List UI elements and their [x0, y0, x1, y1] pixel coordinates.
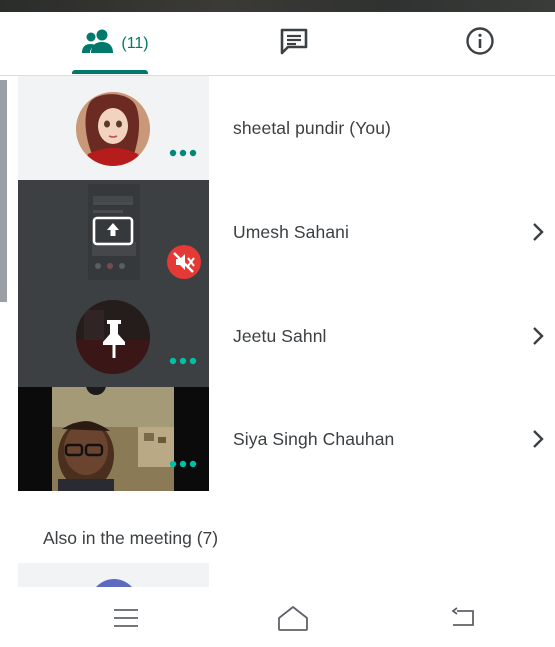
- tab-bar: (11): [0, 12, 555, 76]
- participant-row[interactable]: Umesh Sahani: [18, 180, 555, 284]
- back-icon[interactable]: [443, 600, 483, 636]
- participant-tile[interactable]: [18, 563, 209, 587]
- chevron-right-icon[interactable]: [530, 324, 546, 348]
- more-dots-icon[interactable]: [168, 459, 198, 469]
- participant-name: sheetal pundir (You): [233, 117, 391, 138]
- menu-icon[interactable]: [106, 600, 146, 636]
- video-feed: [52, 387, 174, 491]
- status-strip: [0, 0, 555, 12]
- participant-row[interactable]: sheetal pundir (You): [18, 76, 555, 180]
- tab-people[interactable]: (11): [60, 12, 170, 75]
- tab-info[interactable]: [430, 12, 530, 75]
- system-nav-bar: [0, 590, 555, 647]
- active-tab-indicator: [72, 70, 148, 74]
- more-dots-icon[interactable]: [168, 148, 198, 158]
- participant-row[interactable]: Siya Singh Chauhan: [18, 387, 555, 491]
- participant-name: Jeetu Sahnl: [233, 325, 327, 346]
- avatar: [96, 579, 132, 587]
- chevron-right-icon[interactable]: [530, 427, 546, 451]
- info-icon: [465, 26, 495, 61]
- participant-name: Siya Singh Chauhan: [233, 428, 395, 449]
- participant-row[interactable]: Jeetu Sahnl: [18, 284, 555, 388]
- participant-tile: [18, 284, 209, 388]
- chevron-right-icon[interactable]: [530, 220, 546, 244]
- muted-icon: [166, 244, 202, 280]
- background-edge: [0, 80, 7, 302]
- avatar: [76, 92, 150, 166]
- chat-icon: [279, 27, 309, 60]
- tab-chat[interactable]: [244, 12, 344, 75]
- participant-tile: [18, 180, 209, 284]
- participant-tile: [18, 76, 209, 180]
- participant-name: Umesh Sahani: [233, 221, 349, 242]
- section-heading: Also in the meeting (7): [43, 528, 219, 548]
- more-dots-icon[interactable]: [168, 356, 198, 366]
- pin-icon: [99, 318, 129, 360]
- participant-count: (11): [121, 34, 149, 52]
- people-icon: [81, 28, 115, 59]
- home-icon[interactable]: [273, 600, 313, 636]
- participant-tile: [18, 387, 209, 491]
